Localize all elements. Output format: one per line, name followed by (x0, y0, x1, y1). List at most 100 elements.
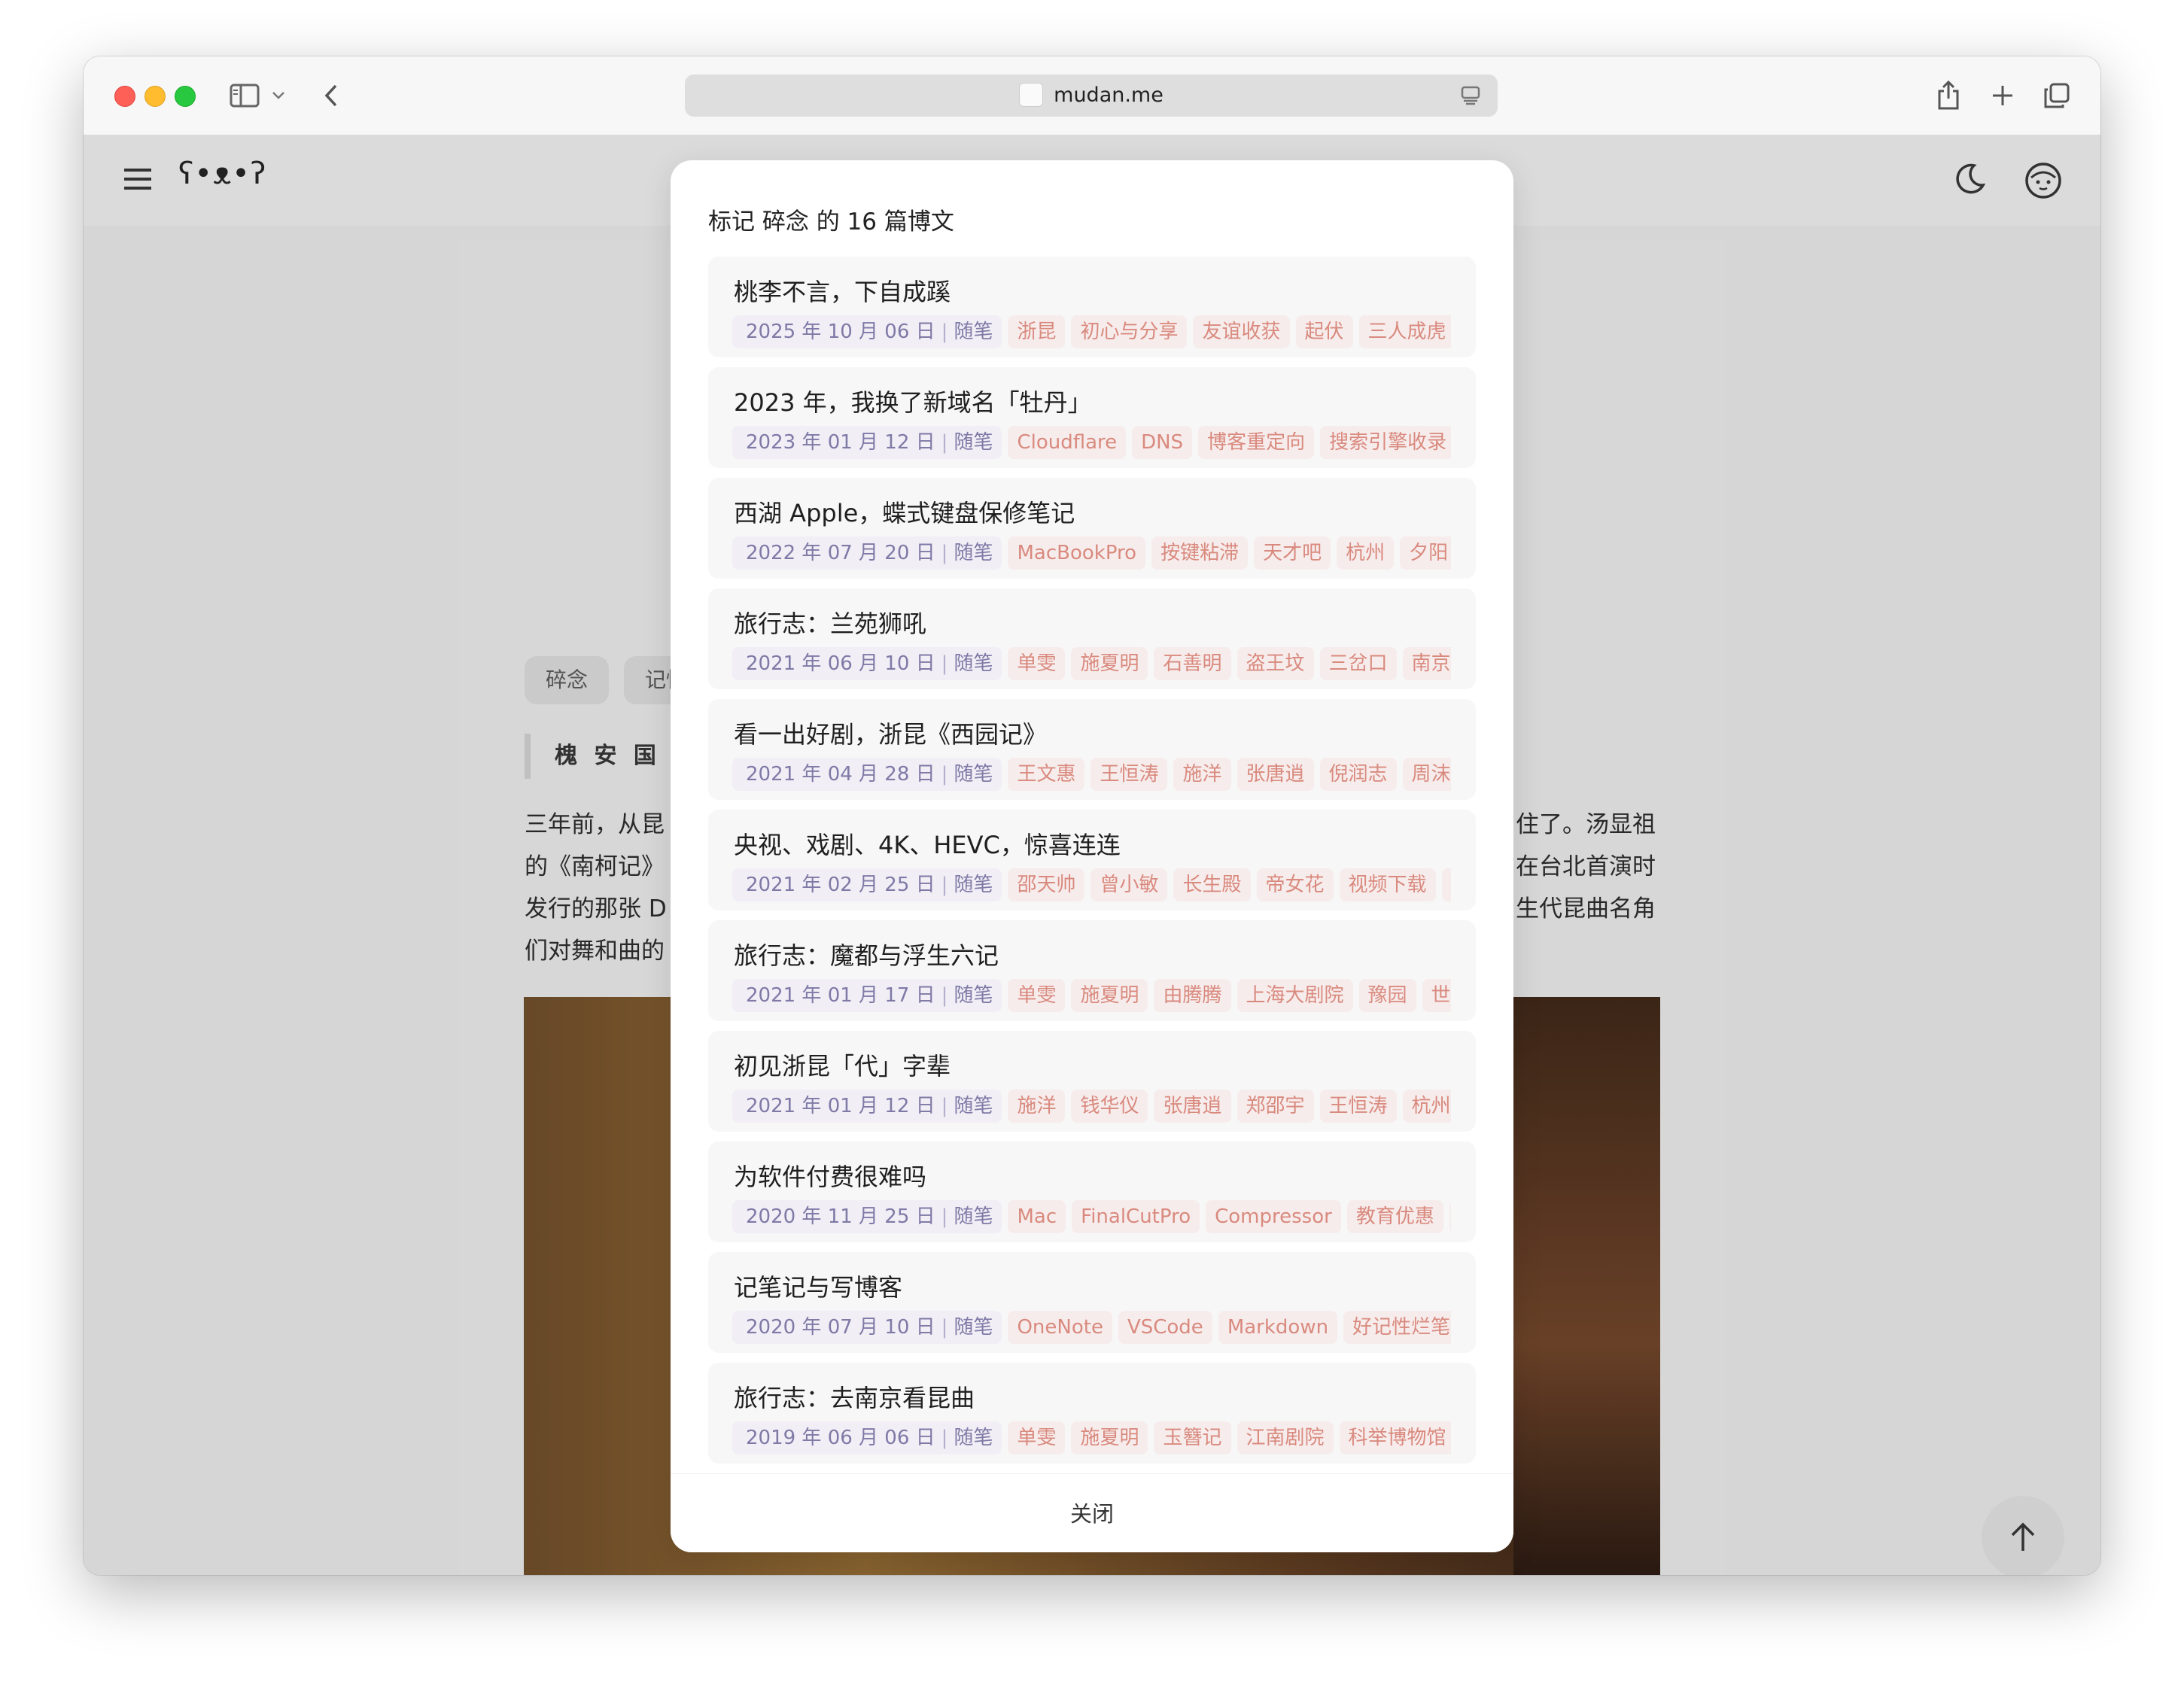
post-item[interactable]: 桃李不言，下自成蹊 2025 年 10 月 06 日 | 随笔 浙昆 初心与分享 友谊收获起… (708, 257, 1476, 357)
post-title[interactable]: 为软件付费很难吗 (734, 1158, 926, 1193)
post-item[interactable]: 西湖 Apple，蝶式键盘保修笔记 2022 年 07 月 20 日 | 随笔 MacB… (708, 478, 1476, 579)
post-item[interactable]: 旅行志：兰苑狮吼 2021 年 06 月 10 日 | 随笔 单雯 施夏明 石善明 盗王坟 三岔… (708, 588, 1476, 689)
post-title[interactable]: 记笔记与写博客 (734, 1269, 902, 1303)
post-tag[interactable]: 博客重定向 (1198, 426, 1315, 459)
post-tag[interactable]: 王恒涛 (1090, 758, 1168, 791)
chevron-down-icon[interactable] (267, 78, 290, 114)
close-window-button[interactable] (114, 86, 135, 107)
post-title[interactable]: 旅行志：魔都与浮生六记 (734, 937, 999, 971)
post-tag[interactable]: 世博会 (1422, 979, 1451, 1012)
address-bar[interactable]: mudan.me (685, 74, 1498, 117)
post-tag[interactable]: 按键粘滞 (1151, 536, 1249, 570)
post-tag[interactable]: 科举博物馆 (1339, 1421, 1451, 1454)
post-tag[interactable]: 江南剧院 (1236, 1421, 1334, 1454)
post-tag[interactable]: 玉簪记 (1154, 1421, 1231, 1454)
post-tag[interactable]: 王文惠 (1008, 758, 1085, 791)
post-category[interactable]: 随笔 (954, 1095, 993, 1117)
post-category[interactable]: 随笔 (954, 874, 993, 896)
post-tag[interactable]: 张唐逍 (1154, 1090, 1231, 1123)
post-tag[interactable]: 三岔口 (1319, 647, 1397, 680)
post-title[interactable]: 旅行志：兰苑狮吼 (734, 605, 926, 640)
close-button[interactable]: 关闭 (671, 1497, 1513, 1528)
post-tag[interactable]: 施夏明 (1071, 1421, 1148, 1454)
post-item[interactable]: 为软件付费很难吗 2020 年 11 月 25 日 | 随笔 Mac FinalCutPr… (708, 1141, 1476, 1242)
post-tag[interactable]: 夕阳 (1400, 536, 1451, 570)
post-title[interactable]: 央视、戏剧、4K、HEVC，惊喜连连 (734, 826, 1121, 861)
post-item[interactable]: 记笔记与写博客 2020 年 07 月 10 日 | 随笔 OneNote VSCode M… (708, 1252, 1476, 1353)
post-tag[interactable]: 杭州 (1402, 1090, 1451, 1123)
post-tag[interactable]: MacBookPro (1008, 536, 1146, 570)
post-tag[interactable]: 张唐逍 (1236, 758, 1314, 791)
post-tag[interactable]: 南京 (1402, 647, 1451, 680)
post-tag[interactable]: 单雯 (1008, 979, 1066, 1012)
post-tag[interactable]: 长生殿 (1173, 868, 1251, 901)
post-category[interactable]: 随笔 (954, 652, 993, 675)
post-category[interactable]: 随笔 (954, 1316, 993, 1339)
post-tag[interactable]: 曾小敏 (1090, 868, 1168, 901)
reader-mode-icon[interactable] (1460, 85, 1481, 106)
post-tag[interactable]: 施夏明 (1071, 647, 1148, 680)
post-tag[interactable]: 倪润志 (1319, 758, 1397, 791)
new-tab-icon[interactable] (1985, 78, 2021, 114)
post-tag[interactable]: Cloudflare (1008, 426, 1127, 459)
post-category[interactable]: 随笔 (954, 984, 993, 1007)
post-category[interactable]: 随笔 (954, 321, 993, 343)
post-tag[interactable]: 钱华仪 (1071, 1090, 1148, 1123)
post-tag[interactable]: 施洋 (1008, 1090, 1066, 1123)
post-tag[interactable]: 帝女花 (1256, 868, 1334, 901)
post-tag[interactable]: Compressor (1206, 1200, 1341, 1233)
post-tag[interactable]: VSCode (1118, 1311, 1212, 1344)
post-tag[interactable]: 上海大剧院 (1236, 979, 1353, 1012)
post-item[interactable]: 旅行志：去南京看昆曲 2019 年 06 月 06 日 | 随笔 单雯 施夏明 玉簪记 江南剧… (708, 1363, 1476, 1464)
post-tag[interactable]: Mac (1008, 1200, 1066, 1233)
post-category[interactable]: 随笔 (954, 542, 993, 564)
post-tag[interactable]: 施洋 (1173, 758, 1231, 791)
post-category[interactable]: 随笔 (954, 1427, 993, 1449)
post-item[interactable]: 央视、戏剧、4K、HEVC，惊喜连连 2021 年 02 月 25 日 | 随笔 邵天帅… (708, 810, 1476, 910)
post-tag[interactable]: 邵天帅 (1008, 868, 1085, 901)
post-title[interactable]: 旅行志：去南京看昆曲 (734, 1379, 975, 1414)
post-tag[interactable]: OneNote (1008, 1311, 1112, 1344)
post-tag[interactable]: 单雯 (1008, 647, 1066, 680)
post-tag[interactable]: 天才吧 (1254, 536, 1331, 570)
post-tag[interactable]: 好记性烂笔头 (1343, 1311, 1451, 1344)
post-tag[interactable]: 初心与分享 (1071, 315, 1188, 348)
post-tag[interactable]: 友谊收获 (1193, 315, 1290, 348)
post-tag[interactable]: 视频下载 (1339, 868, 1436, 901)
post-item[interactable]: 看一出好剧，浙昆《西园记》 2021 年 04 月 28 日 | 随笔 王文惠 王恒涛 施洋… (708, 699, 1476, 800)
post-tag[interactable]: 浙昆 (1008, 315, 1066, 348)
post-tag[interactable]: 由腾腾 (1154, 979, 1231, 1012)
post-tag[interactable]: DNS (1132, 426, 1193, 459)
post-tag[interactable]: Markdown (1218, 1311, 1338, 1344)
post-tag[interactable]: 杭州 (1337, 536, 1395, 570)
post-tag[interactable]: 搜索引擎收录 (1320, 426, 1451, 459)
post-tag[interactable]: 三人成虎 (1358, 315, 1451, 348)
post-tag[interactable]: 施夏明 (1071, 979, 1148, 1012)
share-icon[interactable] (1930, 78, 1967, 114)
post-title[interactable]: 2023 年，我换了新域名「牡丹」 (734, 384, 1092, 418)
minimize-window-button[interactable] (144, 86, 166, 107)
post-title[interactable]: 看一出好剧，浙昆《西园记》 (734, 716, 1047, 750)
post-title[interactable]: 初见浙昆「代」字辈 (734, 1047, 951, 1082)
post-tag[interactable]: 单雯 (1008, 1421, 1066, 1454)
post-tag[interactable]: 起伏 (1295, 315, 1353, 348)
tab-overview-icon[interactable] (2039, 78, 2075, 114)
zoom-window-button[interactable] (175, 86, 196, 107)
post-tag[interactable]: 豫园 (1358, 979, 1416, 1012)
back-icon[interactable] (313, 78, 349, 114)
sidebar-toggle-icon[interactable] (227, 78, 263, 114)
post-title[interactable]: 桃李不言，下自成蹊 (734, 273, 951, 308)
post-tag[interactable]: FinalCutPro (1072, 1200, 1200, 1233)
post-item[interactable]: 2023 年，我换了新域名「牡丹」 2023 年 01 月 12 日 | 随笔 Clou… (708, 367, 1476, 468)
post-category[interactable]: 随笔 (954, 431, 993, 454)
post-tag[interactable]: 郑邵宇 (1236, 1090, 1314, 1123)
post-tag[interactable]: 教育优惠 (1346, 1200, 1443, 1233)
post-item[interactable]: 旅行志：魔都与浮生六记 2021 年 01 月 17 日 | 随笔 单雯 施夏明 由腾腾 上海… (708, 920, 1476, 1021)
post-title[interactable]: 西湖 Apple，蝶式键盘保修笔记 (734, 494, 1075, 529)
post-item[interactable]: 初见浙昆「代」字辈 2021 年 01 月 12 日 | 随笔 施洋 钱华仪 张唐逍 郑邵宇王… (708, 1031, 1476, 1132)
post-category[interactable]: 随笔 (954, 1205, 993, 1228)
post-tag[interactable]: 周沫 (1402, 758, 1451, 791)
post-tag[interactable]: 石善明 (1154, 647, 1231, 680)
post-tag[interactable]: 盗王坟 (1236, 647, 1314, 680)
post-category[interactable]: 随笔 (954, 763, 993, 786)
